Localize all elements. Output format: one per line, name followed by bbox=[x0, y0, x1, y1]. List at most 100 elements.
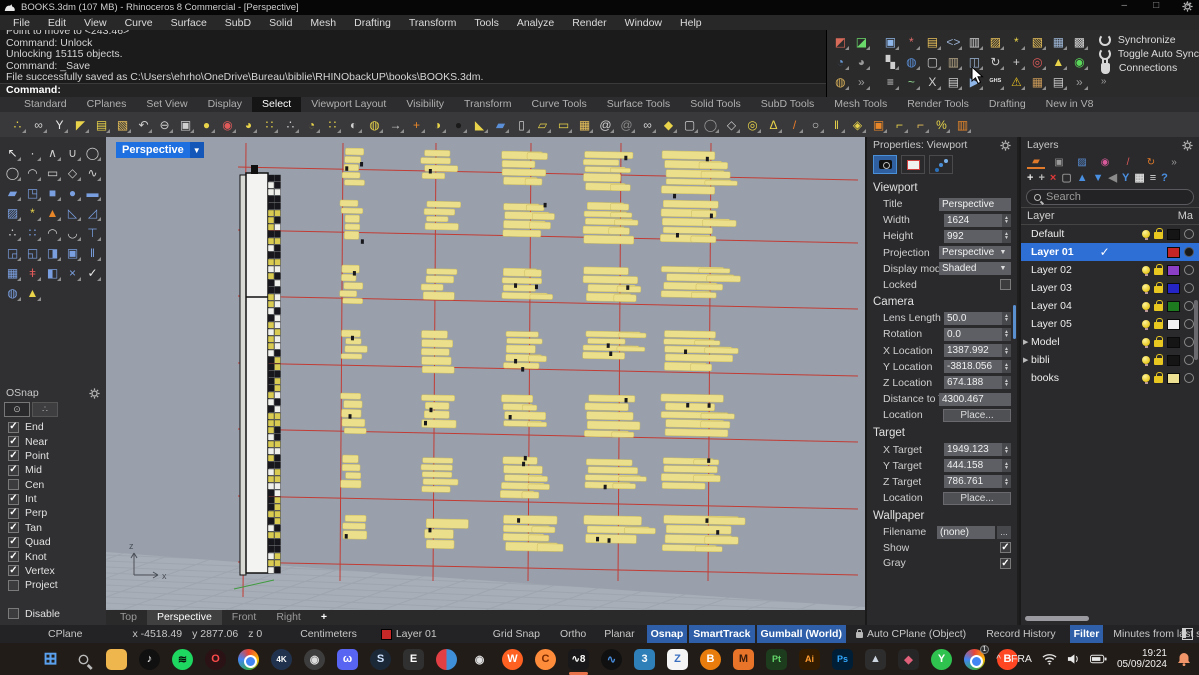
btn-select-dots[interactable]: ∴ bbox=[281, 115, 300, 134]
btn-select-points[interactable]: ∴ bbox=[8, 115, 27, 134]
tab-select[interactable]: Select bbox=[252, 97, 301, 112]
btn-select-corner[interactable]: ◤ bbox=[71, 115, 90, 134]
place-button[interactable]: Place... bbox=[943, 409, 1011, 422]
side-move[interactable]: ◲ bbox=[3, 243, 22, 262]
tab-transform[interactable]: Transform bbox=[454, 97, 521, 112]
stepper-field[interactable]: 992 bbox=[944, 230, 1002, 243]
lock-icon[interactable] bbox=[1154, 358, 1163, 365]
tool-container[interactable]: ▥ bbox=[944, 52, 963, 71]
properties-gear-icon[interactable] bbox=[1000, 140, 1011, 151]
side-flow[interactable]: ◧ bbox=[43, 263, 62, 282]
layer-color-swatch[interactable] bbox=[1167, 247, 1180, 258]
prop-widget-width[interactable]: 1624▲▼ bbox=[944, 214, 1011, 227]
tab-curve-tools[interactable]: Curve Tools bbox=[522, 97, 597, 112]
taskbar-4k-downloader[interactable]: 4K bbox=[265, 643, 298, 675]
taskbar-chrome-profile[interactable]: 1 bbox=[958, 643, 991, 675]
menu-edit[interactable]: Edit bbox=[39, 17, 75, 29]
taskbar-start[interactable]: ⊞ bbox=[34, 643, 67, 675]
tool-gear[interactable]: + bbox=[1007, 52, 1026, 71]
tool-pyramid[interactable]: ▲ bbox=[1049, 52, 1068, 71]
tool-folder-new[interactable]: ▧ bbox=[1028, 32, 1047, 51]
command-panel[interactable]: Point to move to <243.46>Command: Unlock… bbox=[0, 30, 827, 97]
side-array-grid[interactable]: ▦ bbox=[3, 263, 22, 282]
tool-cube-multi[interactable]: ◪ bbox=[852, 32, 871, 51]
side-polygon[interactable]: ◇ bbox=[63, 163, 82, 182]
osnap-gear-icon[interactable] bbox=[89, 388, 100, 399]
osnap-option-mid[interactable]: Mid bbox=[0, 463, 106, 477]
osnap-option-knot[interactable]: Knot bbox=[0, 549, 106, 563]
prop-widget-y-target[interactable]: 444.158▲▼ bbox=[944, 459, 1011, 472]
checkbox-disable[interactable] bbox=[8, 608, 19, 619]
side-sphere-nurbs[interactable]: ◍ bbox=[3, 283, 22, 302]
taskbar-photoshop[interactable]: Ps bbox=[826, 643, 859, 675]
bulb-icon[interactable] bbox=[1142, 302, 1150, 310]
tab-subd-tools[interactable]: SubD Tools bbox=[751, 97, 825, 112]
lock-icon[interactable] bbox=[1154, 232, 1163, 239]
tool-copy-squares[interactable]: ▢ bbox=[923, 52, 942, 71]
tab-solid-tools[interactable]: Solid Tools bbox=[680, 97, 751, 112]
osnap-option-quad[interactable]: Quad bbox=[0, 535, 106, 549]
taskbar-blender[interactable]: B bbox=[694, 643, 727, 675]
tab-mesh-tools[interactable]: Mesh Tools bbox=[824, 97, 897, 112]
side-curve[interactable]: ∪ bbox=[63, 143, 82, 162]
material-circle[interactable] bbox=[1184, 265, 1194, 275]
taskbar-obs-studio[interactable]: ◉ bbox=[298, 643, 331, 675]
viewport-tab-top[interactable]: Top bbox=[110, 610, 147, 625]
prop-widget-x-location[interactable]: 1387.992▲▼ bbox=[944, 344, 1011, 357]
checkbox[interactable] bbox=[1000, 542, 1011, 553]
taskbar-substance-modeler[interactable]: M bbox=[727, 643, 760, 675]
status-centimeters[interactable]: Centimeters bbox=[296, 625, 361, 643]
tab-display[interactable]: Display bbox=[198, 97, 252, 112]
tool-orbit[interactable]: ◍ bbox=[902, 52, 921, 71]
btn-select-spiral[interactable]: @ bbox=[596, 115, 615, 134]
side-point[interactable]: · bbox=[23, 143, 42, 162]
browse-button[interactable]: ... bbox=[997, 526, 1011, 539]
prop-widget-lens-length-mm[interactable]: 50.0▲▼ bbox=[944, 312, 1011, 325]
synchronize-button[interactable]: Synchronize bbox=[1099, 34, 1199, 46]
collapse-icon[interactable]: ◀ bbox=[1109, 173, 1117, 184]
checkbox-point[interactable] bbox=[8, 450, 19, 461]
smarttrack-tab[interactable]: ∴ bbox=[32, 402, 58, 417]
menu-mesh[interactable]: Mesh bbox=[301, 17, 345, 29]
checkbox-knot[interactable] bbox=[8, 551, 19, 562]
properties-tab-display[interactable] bbox=[901, 155, 925, 174]
btn-selection-filter[interactable]: Y bbox=[50, 115, 69, 134]
menu-render[interactable]: Render bbox=[563, 17, 615, 29]
btn-select-color[interactable]: ◉ bbox=[218, 115, 237, 134]
notification-bell-icon[interactable] bbox=[1177, 652, 1191, 666]
menu-file[interactable]: File bbox=[4, 17, 39, 29]
osnap-option-cen[interactable]: Cen bbox=[0, 478, 106, 492]
menu-drafting[interactable]: Drafting bbox=[345, 17, 400, 29]
tab-surface-tools[interactable]: Surface Tools bbox=[597, 97, 680, 112]
image-tab[interactable]: ▨ bbox=[1073, 155, 1091, 169]
taskbar-spotify[interactable]: ≋ bbox=[166, 643, 199, 675]
3d-scene[interactable]: zx bbox=[106, 137, 865, 610]
status-record-history[interactable]: Record History bbox=[982, 625, 1059, 643]
status-y-2877-06[interactable]: y 2877.06 bbox=[188, 625, 242, 643]
stepper-arrows[interactable]: ▲▼ bbox=[1002, 475, 1011, 488]
btn-select-balance[interactable]: ◑ bbox=[428, 115, 447, 134]
taskbar-y-tool[interactable]: Y bbox=[925, 643, 958, 675]
material-circle[interactable] bbox=[1184, 355, 1194, 365]
tool-report-doc[interactable]: ▤ bbox=[1049, 72, 1068, 91]
prop-widget-z-target[interactable]: 786.761▲▼ bbox=[944, 475, 1011, 488]
checkbox-vertex[interactable] bbox=[8, 565, 19, 576]
status-z-0[interactable]: z 0 bbox=[244, 625, 266, 643]
file-field[interactable]: (none) bbox=[937, 526, 995, 539]
taskbar-chrome[interactable] bbox=[232, 643, 265, 675]
right-scrollbar[interactable] bbox=[1194, 300, 1198, 360]
btn-select-page[interactable]: ▱ bbox=[533, 115, 552, 134]
btn-select-flask[interactable]: Δ bbox=[764, 115, 783, 134]
toggle-auto-sync-button[interactable]: Toggle Auto Sync bbox=[1099, 48, 1199, 60]
tool-disc-multi[interactable]: ◍ bbox=[831, 72, 850, 91]
checkbox-int[interactable] bbox=[8, 494, 19, 505]
prop-widget-x-target[interactable]: 1949.123▲▼ bbox=[944, 443, 1011, 456]
tool-globe[interactable]: ◉ bbox=[1070, 52, 1089, 71]
stepper-field[interactable]: 1387.992 bbox=[944, 344, 1002, 357]
side-surface-corner[interactable]: ◳ bbox=[23, 183, 42, 202]
tool-pie-dark[interactable]: ◕ bbox=[852, 52, 871, 71]
bulb-icon[interactable] bbox=[1142, 320, 1150, 328]
btn-select-orange[interactable]: + bbox=[407, 115, 426, 134]
btn-zoom-select[interactable]: ○ bbox=[806, 115, 825, 134]
btn-select-key[interactable]: ⌐ bbox=[890, 115, 909, 134]
